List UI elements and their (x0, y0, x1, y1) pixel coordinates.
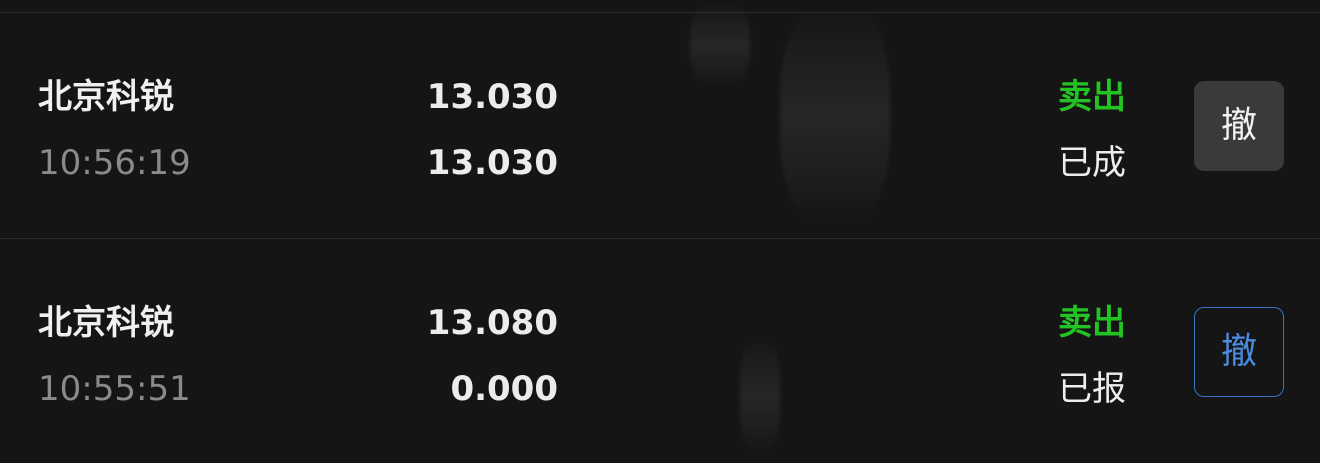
order-time: 10:55:51 (38, 369, 191, 409)
order-side: 卖出 (1058, 77, 1126, 117)
deal-price: 0.000 (450, 369, 558, 409)
order-row[interactable]: 北京科锐 10:55:51 13.080 0.000 卖出 已报 撤 (0, 238, 1320, 463)
cancel-order-button[interactable]: 撤 (1194, 81, 1284, 171)
order-side: 卖出 (1058, 303, 1126, 343)
order-row[interactable]: 北京科锐 10:56:19 13.030 13.030 卖出 已成 撤 (0, 13, 1320, 237)
order-price: 13.080 (426, 303, 558, 343)
order-price: 13.030 (426, 77, 558, 117)
cancel-order-button[interactable]: 撤 (1194, 307, 1284, 397)
stock-name: 北京科锐 (38, 77, 174, 117)
stock-name: 北京科锐 (38, 303, 174, 343)
order-status: 已成 (1058, 143, 1126, 183)
order-time: 10:56:19 (38, 143, 191, 183)
order-status: 已报 (1058, 369, 1126, 409)
deal-price: 13.030 (426, 143, 558, 183)
